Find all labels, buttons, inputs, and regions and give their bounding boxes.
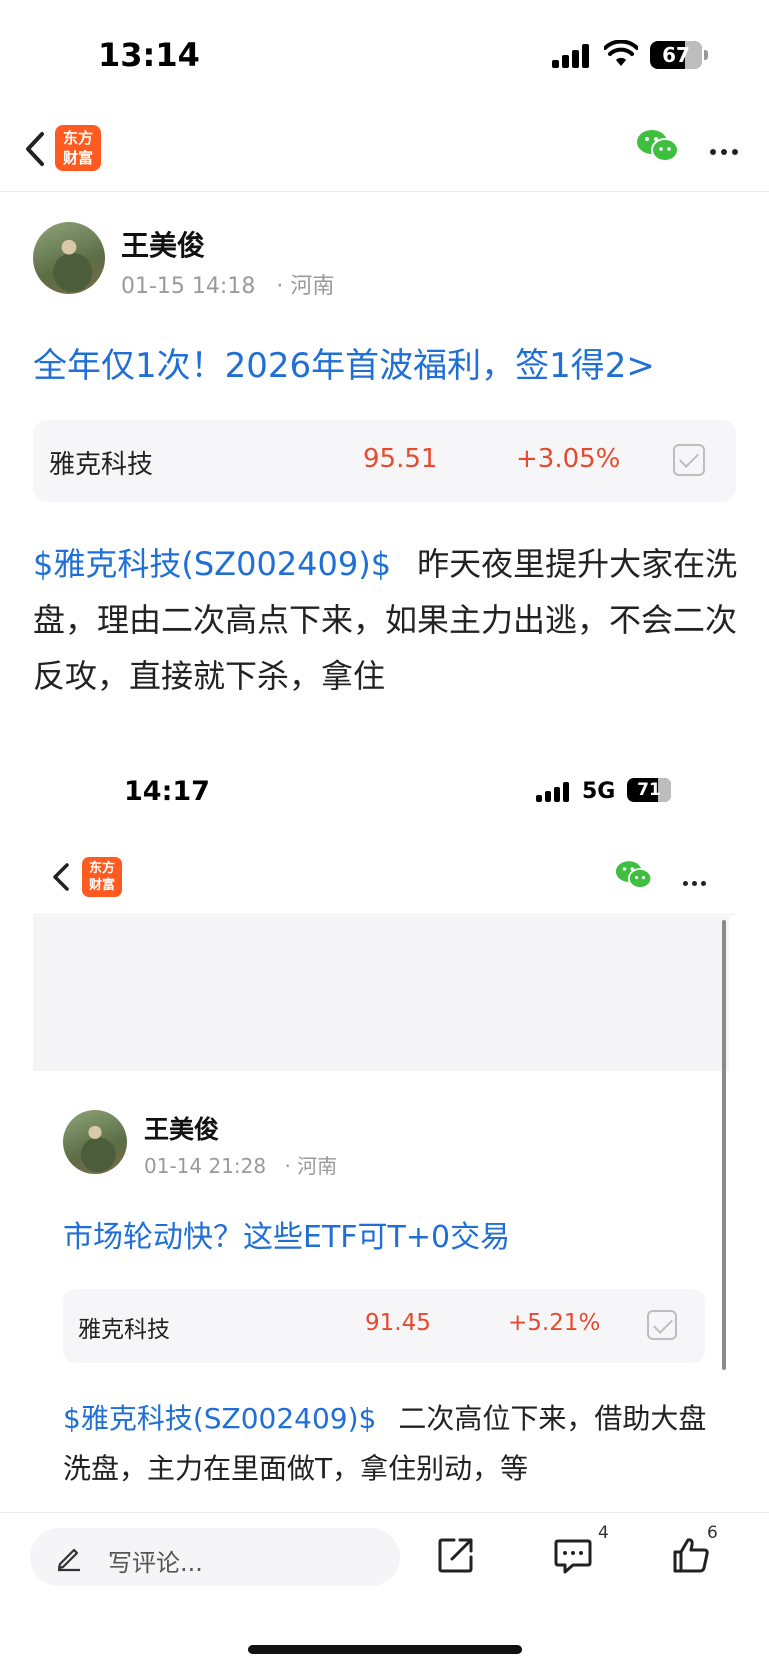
embedded-scrollbar xyxy=(722,920,726,1370)
avatar[interactable] xyxy=(33,222,105,294)
comment-placeholder: 写评论... xyxy=(108,1549,203,1577)
promo-link[interactable]: 全年仅1次！2026年首波福利，签1得2> xyxy=(33,338,655,387)
status-time: 13:14 xyxy=(98,36,200,74)
like-icon[interactable] xyxy=(671,1535,711,1579)
embedded-post-meta: 01-14 21:28 · 河南 xyxy=(144,1150,337,1179)
logo-line-2: 财富 xyxy=(62,149,93,167)
add-watchlist-checkbox-icon[interactable] xyxy=(673,444,705,476)
cellular-signal-icon xyxy=(552,44,592,68)
embedded-promo-link: 市场轮动快？这些ETF可T+0交易 xyxy=(63,1220,511,1255)
embedded-post-author: 王美俊 01-14 21:28 · 河南 xyxy=(63,1110,563,1179)
embedded-network-type: 5G xyxy=(582,779,616,804)
stock-tag-link[interactable]: $雅克科技(SZ002409)$ xyxy=(33,545,391,583)
pencil-icon xyxy=(54,1542,84,1576)
embedded-more-icon xyxy=(683,871,710,890)
logo-line-1: 东方 xyxy=(62,129,93,147)
embedded-logo-line-1: 东方 xyxy=(88,861,115,876)
embedded-battery-level: 71 xyxy=(637,780,661,800)
back-button[interactable] xyxy=(16,124,56,174)
post-author: 王美俊 01-15 14:18 · 河南 xyxy=(33,222,633,300)
post-date: 01-15 14:18 xyxy=(121,274,256,299)
embedded-top-nav: 东方 财富 xyxy=(33,845,735,915)
embedded-status-time: 14:17 xyxy=(124,776,210,807)
embedded-back-icon xyxy=(47,857,77,897)
more-options-icon[interactable] xyxy=(710,140,746,155)
embedded-stock-tag: $雅克科技(SZ002409)$ xyxy=(63,1402,377,1435)
stock-card[interactable]: 雅克科技 95.51 +3.05% xyxy=(33,420,736,502)
embedded-app-logo: 东方 财富 xyxy=(82,857,122,897)
embedded-cellular-signal-icon xyxy=(536,782,570,802)
embedded-post-body: $雅克科技(SZ002409)$ 二次高位下来，借助大盘洗盘，主力在里面做T，拿住… xyxy=(63,1394,713,1494)
embedded-checkbox-icon xyxy=(647,1310,677,1340)
post-body: $雅克科技(SZ002409)$ 昨天夜里提升大家在洗盘，理由二次高点下来，如果主… xyxy=(33,536,738,704)
author-name[interactable]: 王美俊 xyxy=(121,224,205,264)
comments-icon[interactable] xyxy=(553,1537,593,1579)
home-indicator[interactable] xyxy=(248,1645,522,1654)
embedded-stock-name: 雅克科技 xyxy=(78,1317,170,1343)
comment-input[interactable]: 写评论... xyxy=(30,1528,400,1586)
embedded-post-location: · 河南 xyxy=(284,1154,338,1178)
embedded-author-name: 王美俊 xyxy=(144,1115,220,1144)
bottom-action-bar: 写评论... 4 6 xyxy=(0,1512,769,1665)
app-logo[interactable]: 东方 财富 xyxy=(55,125,101,171)
embedded-banner-placeholder xyxy=(33,916,729,1071)
post-location: · 河南 xyxy=(276,274,335,299)
embedded-post-date: 01-14 21:28 xyxy=(144,1154,267,1178)
embedded-stock-card: 雅克科技 91.45 +5.21% xyxy=(63,1289,705,1363)
wechat-share-icon[interactable] xyxy=(636,128,680,168)
embedded-screenshot[interactable]: 14:17 5G 71 东方 财富 王美俊 01-14 21:28 · 河南 市… xyxy=(0,740,769,1515)
embedded-stock-price: 91.45 xyxy=(365,1310,431,1336)
stock-change: +3.05% xyxy=(516,444,621,474)
embedded-logo-line-2: 财富 xyxy=(88,878,115,893)
stock-price: 95.51 xyxy=(363,444,438,474)
top-nav: 东方 财富 xyxy=(0,110,769,192)
comments-count: 4 xyxy=(598,1523,609,1543)
stock-name: 雅克科技 xyxy=(49,450,154,480)
likes-count: 6 xyxy=(707,1523,718,1543)
battery-icon: 67 xyxy=(650,41,708,69)
embedded-stock-change: +5.21% xyxy=(508,1310,601,1336)
battery-level: 67 xyxy=(662,43,690,67)
share-icon[interactable] xyxy=(436,1535,476,1579)
embedded-wechat-icon xyxy=(615,859,653,895)
post-meta: 01-15 14:18 · 河南 xyxy=(121,268,334,300)
embedded-battery-icon: 71 xyxy=(627,778,671,802)
wifi-icon xyxy=(603,39,639,72)
embedded-avatar xyxy=(63,1110,127,1174)
status-bar: 13:14 67 xyxy=(0,0,769,110)
